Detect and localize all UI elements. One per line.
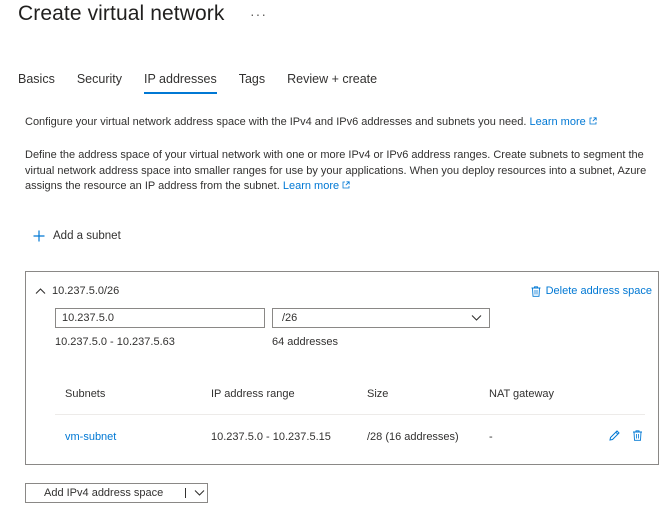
tab-ip-addresses[interactable]: IP addresses: [143, 72, 217, 94]
trash-icon[interactable]: [632, 430, 643, 441]
edit-pencil-icon[interactable]: [609, 430, 620, 441]
delete-address-space-label: Delete address space: [545, 285, 652, 297]
table-row: vm-subnet 10.237.5.0 - 10.237.5.15 /28 (…: [55, 415, 645, 455]
add-subnet-button[interactable]: Add a subnet: [33, 230, 121, 242]
col-header-nat: NAT gateway: [489, 388, 555, 400]
row-actions: [609, 430, 643, 441]
learn-more-label-2: Learn more: [282, 180, 340, 192]
prefix-dropdown[interactable]: /26: [272, 308, 490, 328]
col-header-subnets: Subnets: [65, 388, 106, 400]
split-divider: [185, 488, 186, 498]
add-subnet-label: Add a subnet: [53, 230, 121, 242]
tab-tags[interactable]: Tags: [239, 72, 265, 94]
col-header-ip-range: IP address range: [211, 388, 295, 400]
intro-paragraph-2: Define the address space of your virtual…: [25, 148, 659, 195]
address-space-header: 10.237.5.0/26: [52, 285, 120, 297]
add-ipv4-address-space-button[interactable]: Add IPv4 address space: [25, 483, 208, 503]
chevron-up-icon: [35, 288, 46, 294]
learn-more-link-1[interactable]: Learn more: [529, 116, 597, 128]
address-range-text: 10.237.5.0 - 10.237.5.63: [55, 336, 175, 348]
intro-paragraph-1: Configure your virtual network address s…: [25, 115, 657, 130]
external-link-icon: [589, 117, 597, 125]
subnets-table: Subnets IP address range Size NAT gatewa…: [55, 376, 645, 455]
chevron-down-icon: [471, 315, 482, 321]
create-vnet-page: Create virtual network ··· Basics Securi…: [0, 0, 667, 509]
address-input[interactable]: 10.237.5.0: [55, 308, 265, 328]
add-ipv4-label: Add IPv4 address space: [44, 487, 164, 499]
subnet-nat: -: [489, 431, 493, 443]
table-header-row: Subnets IP address range Size NAT gatewa…: [55, 376, 645, 415]
learn-more-label-1: Learn more: [529, 116, 586, 128]
chevron-down-icon[interactable]: [194, 489, 205, 497]
delete-address-space-button[interactable]: Delete address space: [531, 285, 652, 297]
tab-review-create[interactable]: Review + create: [287, 72, 377, 94]
learn-more-link-2[interactable]: Learn more: [283, 180, 350, 192]
tab-bar: Basics Security IP addresses Tags Review…: [18, 72, 399, 94]
subnet-name-link[interactable]: vm-subnet: [65, 431, 116, 443]
plus-icon: [33, 230, 45, 242]
address-space-toggle[interactable]: 10.237.5.0/26: [35, 285, 119, 297]
col-header-size: Size: [367, 388, 389, 400]
prefix-value: /26: [282, 312, 298, 324]
tab-basics[interactable]: Basics: [18, 72, 55, 94]
subnet-size: /28 (16 addresses): [367, 431, 459, 443]
more-options-button[interactable]: ···: [250, 6, 267, 22]
address-space-panel: 10.237.5.0/26 Delete address space 10.23…: [25, 271, 659, 465]
address-count-text: 64 addresses: [272, 336, 339, 348]
external-link-icon: [342, 181, 350, 189]
intro-text-1: Configure your virtual network address s…: [25, 116, 527, 128]
subnet-ip-range: 10.237.5.0 - 10.237.5.15: [211, 431, 331, 443]
trash-icon: [531, 285, 541, 297]
page-title: Create virtual network: [18, 2, 225, 25]
tab-security[interactable]: Security: [77, 72, 122, 94]
